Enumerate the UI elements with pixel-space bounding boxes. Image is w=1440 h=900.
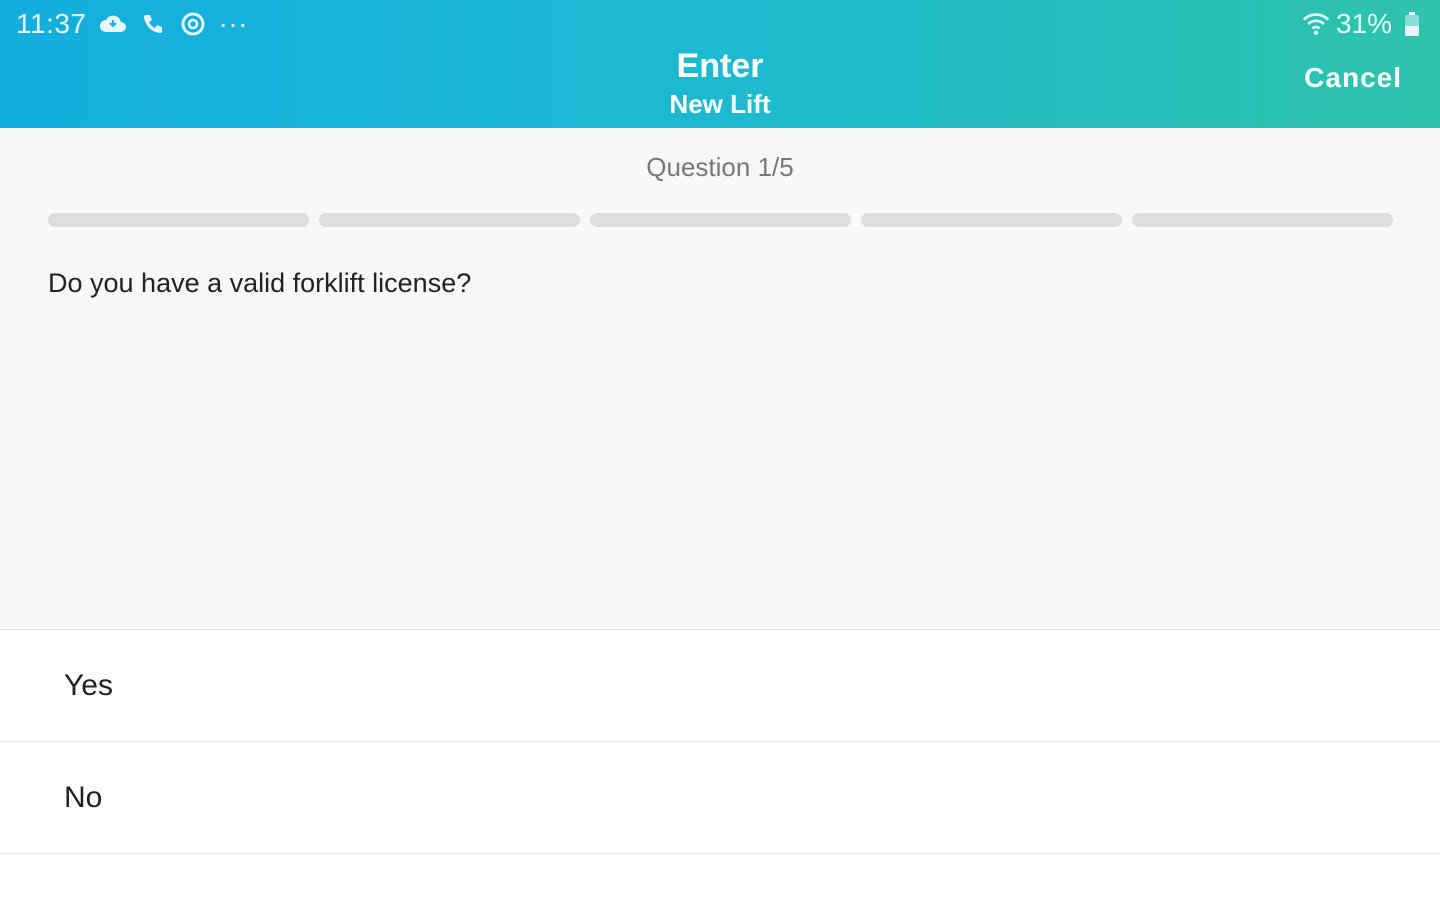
- header-title-block: Enter New Lift: [0, 44, 1440, 120]
- app-header: 11:37 ··· 31% Enter New Lift Cancel: [0, 0, 1440, 128]
- question-panel: Question 1/5 Do you have a valid forklif…: [0, 128, 1440, 630]
- status-time: 11:37: [16, 8, 87, 39]
- question-progress: [48, 213, 1393, 227]
- question-text: Do you have a valid forklift license?: [48, 268, 472, 298]
- answer-list: Yes No: [0, 630, 1440, 854]
- answer-option-yes[interactable]: Yes: [0, 630, 1440, 742]
- phone-icon: [139, 10, 167, 38]
- cancel-button[interactable]: Cancel: [1304, 62, 1402, 94]
- progress-segment-4: [861, 213, 1122, 227]
- progress-segment-1: [48, 213, 309, 227]
- page-subtitle: New Lift: [669, 89, 771, 119]
- page-title: Enter: [676, 47, 764, 85]
- wifi-icon: [1302, 10, 1330, 38]
- progress-segment-3: [590, 213, 851, 227]
- progress-segment-5: [1132, 213, 1393, 227]
- progress-segment-2: [319, 213, 580, 227]
- answer-label: No: [64, 780, 103, 814]
- sync-icon: [179, 10, 207, 38]
- question-counter: Question 1/5: [646, 152, 794, 182]
- more-icon: ···: [218, 8, 248, 39]
- status-right: 31%: [1302, 8, 1426, 40]
- battery-icon: [1398, 10, 1426, 38]
- cloud-icon: [99, 10, 127, 38]
- battery-level: 31%: [1335, 8, 1392, 39]
- status-left: 11:37 ···: [16, 8, 248, 40]
- answer-option-no[interactable]: No: [0, 742, 1440, 854]
- answer-label: Yes: [64, 668, 113, 702]
- status-bar: 11:37 ··· 31%: [0, 0, 1440, 50]
